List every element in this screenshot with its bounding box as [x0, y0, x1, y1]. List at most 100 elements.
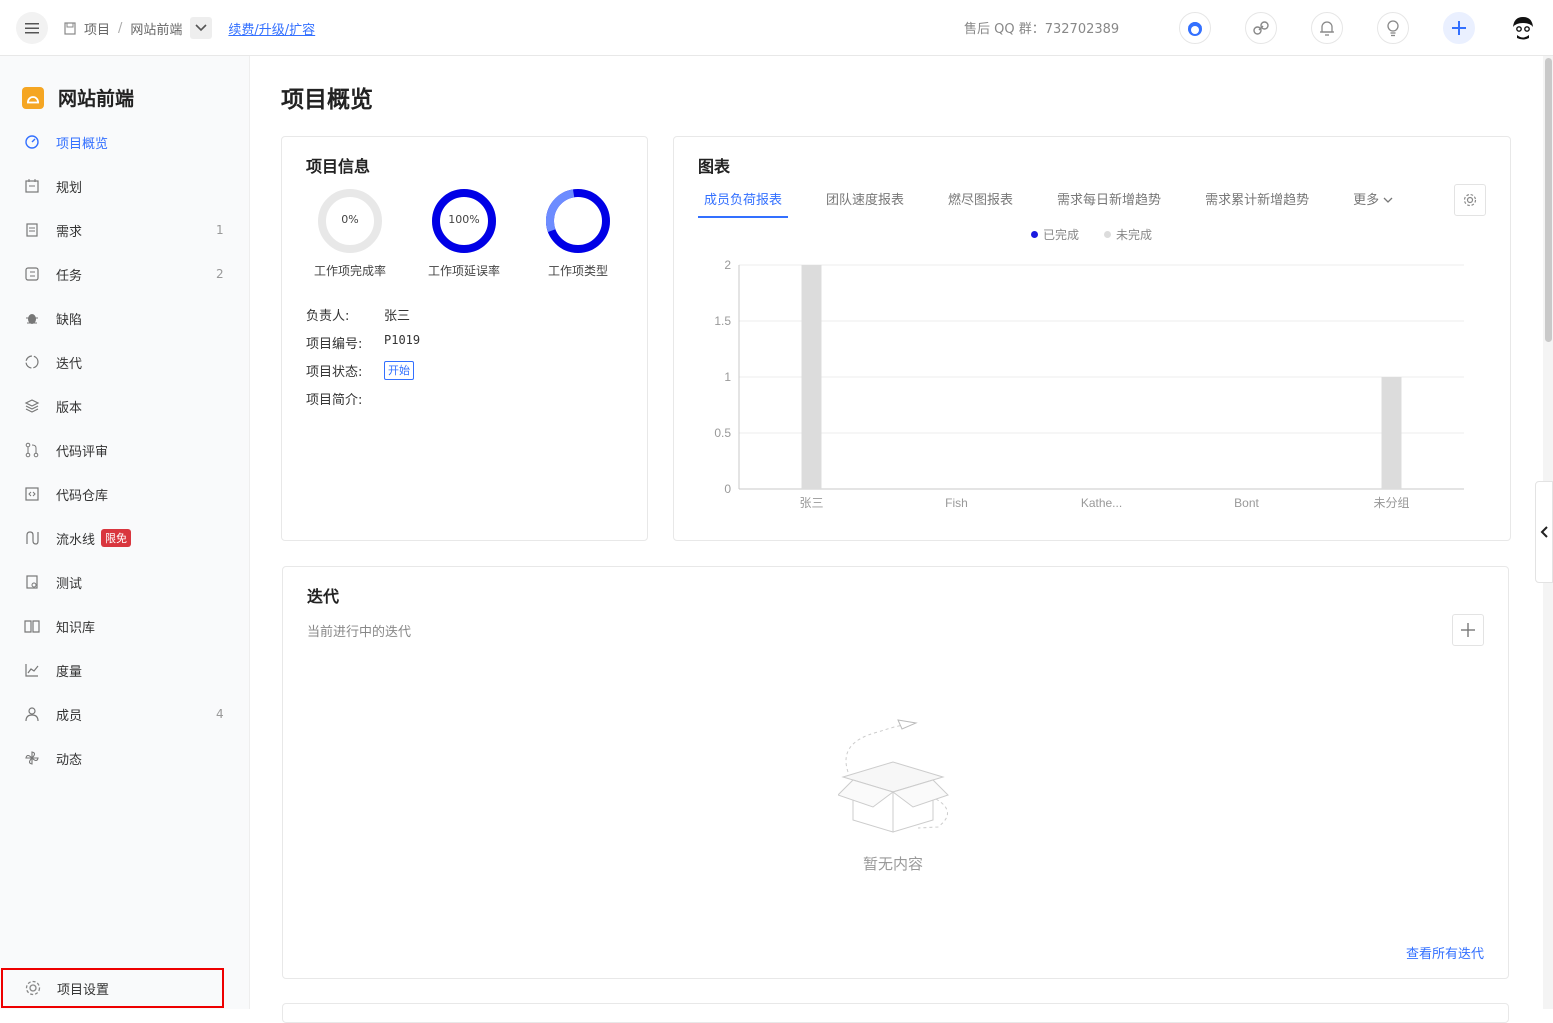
y-tick-label: 0.5	[714, 426, 731, 440]
info-owner: 负责人: 张三	[306, 309, 411, 324]
tips-button[interactable]	[1377, 12, 1409, 44]
sidebar-item-label: 成员	[56, 708, 83, 724]
sidebar-item[interactable]: 成员 4	[0, 692, 249, 736]
y-tick-label: 0	[724, 482, 731, 496]
sidebar-item[interactable]: 代码评审	[0, 428, 249, 472]
next-card	[282, 1003, 1509, 1023]
project-switcher-button[interactable]	[190, 17, 213, 39]
book-icon	[24, 618, 40, 634]
sidebar-item-label: 知识库	[56, 620, 96, 636]
code-icon	[24, 486, 40, 502]
view-all-iterations-link[interactable]: 查看所有迭代	[1406, 943, 1484, 962]
breadcrumb-current[interactable]: 网站前端	[130, 19, 182, 38]
sidebar-item-label: 需求	[56, 224, 83, 240]
sidebar-item[interactable]: 缺陷	[0, 296, 249, 340]
x-tick-label: Kathe...	[1081, 496, 1122, 510]
add-iteration-button[interactable]	[1452, 614, 1484, 646]
sidebar-item[interactable]: 规划	[0, 164, 249, 208]
page-title: 项目概览	[281, 87, 373, 113]
link-button[interactable]	[1245, 12, 1277, 44]
legend-dot	[1031, 231, 1038, 238]
activity-icon	[24, 750, 40, 766]
chart-card: 图表 成员负荷报表 团队速度报表 燃尽图报表 需求每日新增趋势 需求累计新增趋势 更多 已…	[673, 136, 1511, 541]
pipeline-icon	[24, 530, 40, 546]
user-icon	[24, 706, 40, 722]
dashboard-icon	[24, 134, 40, 150]
side-panel-toggle[interactable]	[1535, 481, 1553, 583]
create-button[interactable]	[1443, 12, 1475, 44]
sidebar-item-label: 代码仓库	[56, 488, 109, 504]
plus-icon	[1461, 623, 1475, 637]
sidebar-item-label: 流水线	[56, 532, 96, 548]
chart-line-icon	[24, 662, 40, 678]
sidebar-nav: 项目概览 规划需求 1 任务 2 缺陷 迭代版本代码评审代码仓库流水线 限免测试知识库度量成员…	[0, 120, 249, 780]
sidebar-item[interactable]: 测试	[0, 560, 249, 604]
sidebar-item[interactable]: 版本	[0, 384, 249, 428]
chart-tabs: 成员负荷报表 团队速度报表 燃尽图报表 需求每日新增趋势 需求累计新增趋势 更多	[698, 187, 1431, 218]
menu-icon[interactable]	[16, 12, 48, 44]
sidebar-item-label: 度量	[56, 664, 83, 680]
y-tick-label: 1	[724, 370, 731, 384]
sidebar-item[interactable]: 需求 1	[0, 208, 249, 252]
chart-tab[interactable]: 成员负荷报表	[698, 187, 789, 218]
iteration-title: 迭代	[307, 587, 340, 606]
chart-tab[interactable]: 需求累计新增趋势	[1199, 187, 1315, 218]
iteration-card: 迭代 当前进行中的迭代 暂无内容 查看所有迭代	[282, 566, 1509, 979]
support-avatar-button[interactable]	[1179, 12, 1211, 44]
bug-icon	[24, 310, 40, 326]
donut-value: 100%	[448, 213, 480, 226]
chevron-down-icon	[195, 24, 207, 32]
info-code: 项目编号: P1019	[306, 333, 421, 352]
sidebar-item[interactable]: 知识库	[0, 604, 249, 648]
sidebar-item-count: 2	[216, 267, 224, 281]
project-header: 网站前端	[22, 84, 134, 111]
sidebar-item[interactable]: 项目概览	[0, 120, 249, 164]
sidebar-item-label: 动态	[56, 752, 83, 768]
chevron-left-icon	[1540, 526, 1548, 538]
sidebar-item-label: 版本	[56, 400, 83, 416]
breadcrumb: 项目 / 网站前端 续费/升级/扩容	[64, 14, 315, 42]
x-tick-label: Bont	[1234, 496, 1259, 510]
status-badge: 开始	[384, 361, 414, 380]
project-icon	[64, 21, 76, 35]
iteration-subtitle: 当前进行中的迭代	[307, 625, 412, 640]
project-settings-button[interactable]: 项目设置	[1, 968, 224, 1008]
sidebar-item-count: 1	[216, 223, 224, 237]
sidebar-item[interactable]: 代码仓库	[0, 472, 249, 516]
breadcrumb-root[interactable]: 项目	[84, 19, 110, 38]
legend-item-undone[interactable]: 未完成	[1104, 226, 1152, 243]
project-settings-label: 项目设置	[57, 982, 110, 998]
chart-settings-button[interactable]	[1454, 184, 1486, 216]
gear-icon	[1463, 193, 1477, 207]
chart-tab[interactable]: 需求每日新增趋势	[1051, 187, 1167, 218]
member-load-chart: 0 0.5 1 1.5 2 张三 Fish Kathe... Bont 未分组	[714, 258, 1464, 510]
document-icon	[24, 222, 40, 238]
project-info-title: 项目信息	[306, 157, 371, 176]
bar	[1381, 377, 1402, 489]
notification-button[interactable]	[1311, 12, 1343, 44]
tab-more[interactable]: 更多	[1347, 187, 1399, 218]
sidebar-item[interactable]: 迭代	[0, 340, 249, 384]
renew-link[interactable]: 续费/升级/扩容	[228, 19, 315, 38]
sidebar: 网站前端 项目概览 规划需求 1 任务 2 缺陷 迭代版本代码评审代码仓库流水线 限免测试知识…	[0, 56, 250, 1009]
layers-icon	[24, 398, 40, 414]
avatar[interactable]	[1510, 15, 1536, 41]
sidebar-item[interactable]: 任务 2	[0, 252, 249, 296]
donut-value: 0%	[341, 213, 359, 226]
legend-item-done[interactable]: 已完成	[1031, 226, 1079, 243]
scrollbar-thumb[interactable]	[1545, 58, 1552, 342]
chart-tab[interactable]: 团队速度报表	[820, 187, 910, 218]
x-tick-label: 未分组	[1373, 496, 1409, 510]
free-badge: 限免	[101, 529, 132, 547]
sidebar-item[interactable]: 动态	[0, 736, 249, 780]
sidebar-item[interactable]: 流水线 限免	[0, 516, 249, 560]
test-icon	[24, 574, 40, 590]
support-qq-text: 售后 QQ 群：732702389	[964, 22, 1120, 37]
sidebar-item[interactable]: 度量	[0, 648, 249, 692]
sidebar-item-count: 4	[216, 707, 224, 721]
bar	[801, 265, 822, 489]
plus-icon	[1452, 21, 1466, 35]
breadcrumb-separator: /	[118, 20, 123, 36]
chart-tab[interactable]: 燃尽图报表	[942, 187, 1019, 218]
sidebar-item-label: 测试	[56, 576, 83, 592]
